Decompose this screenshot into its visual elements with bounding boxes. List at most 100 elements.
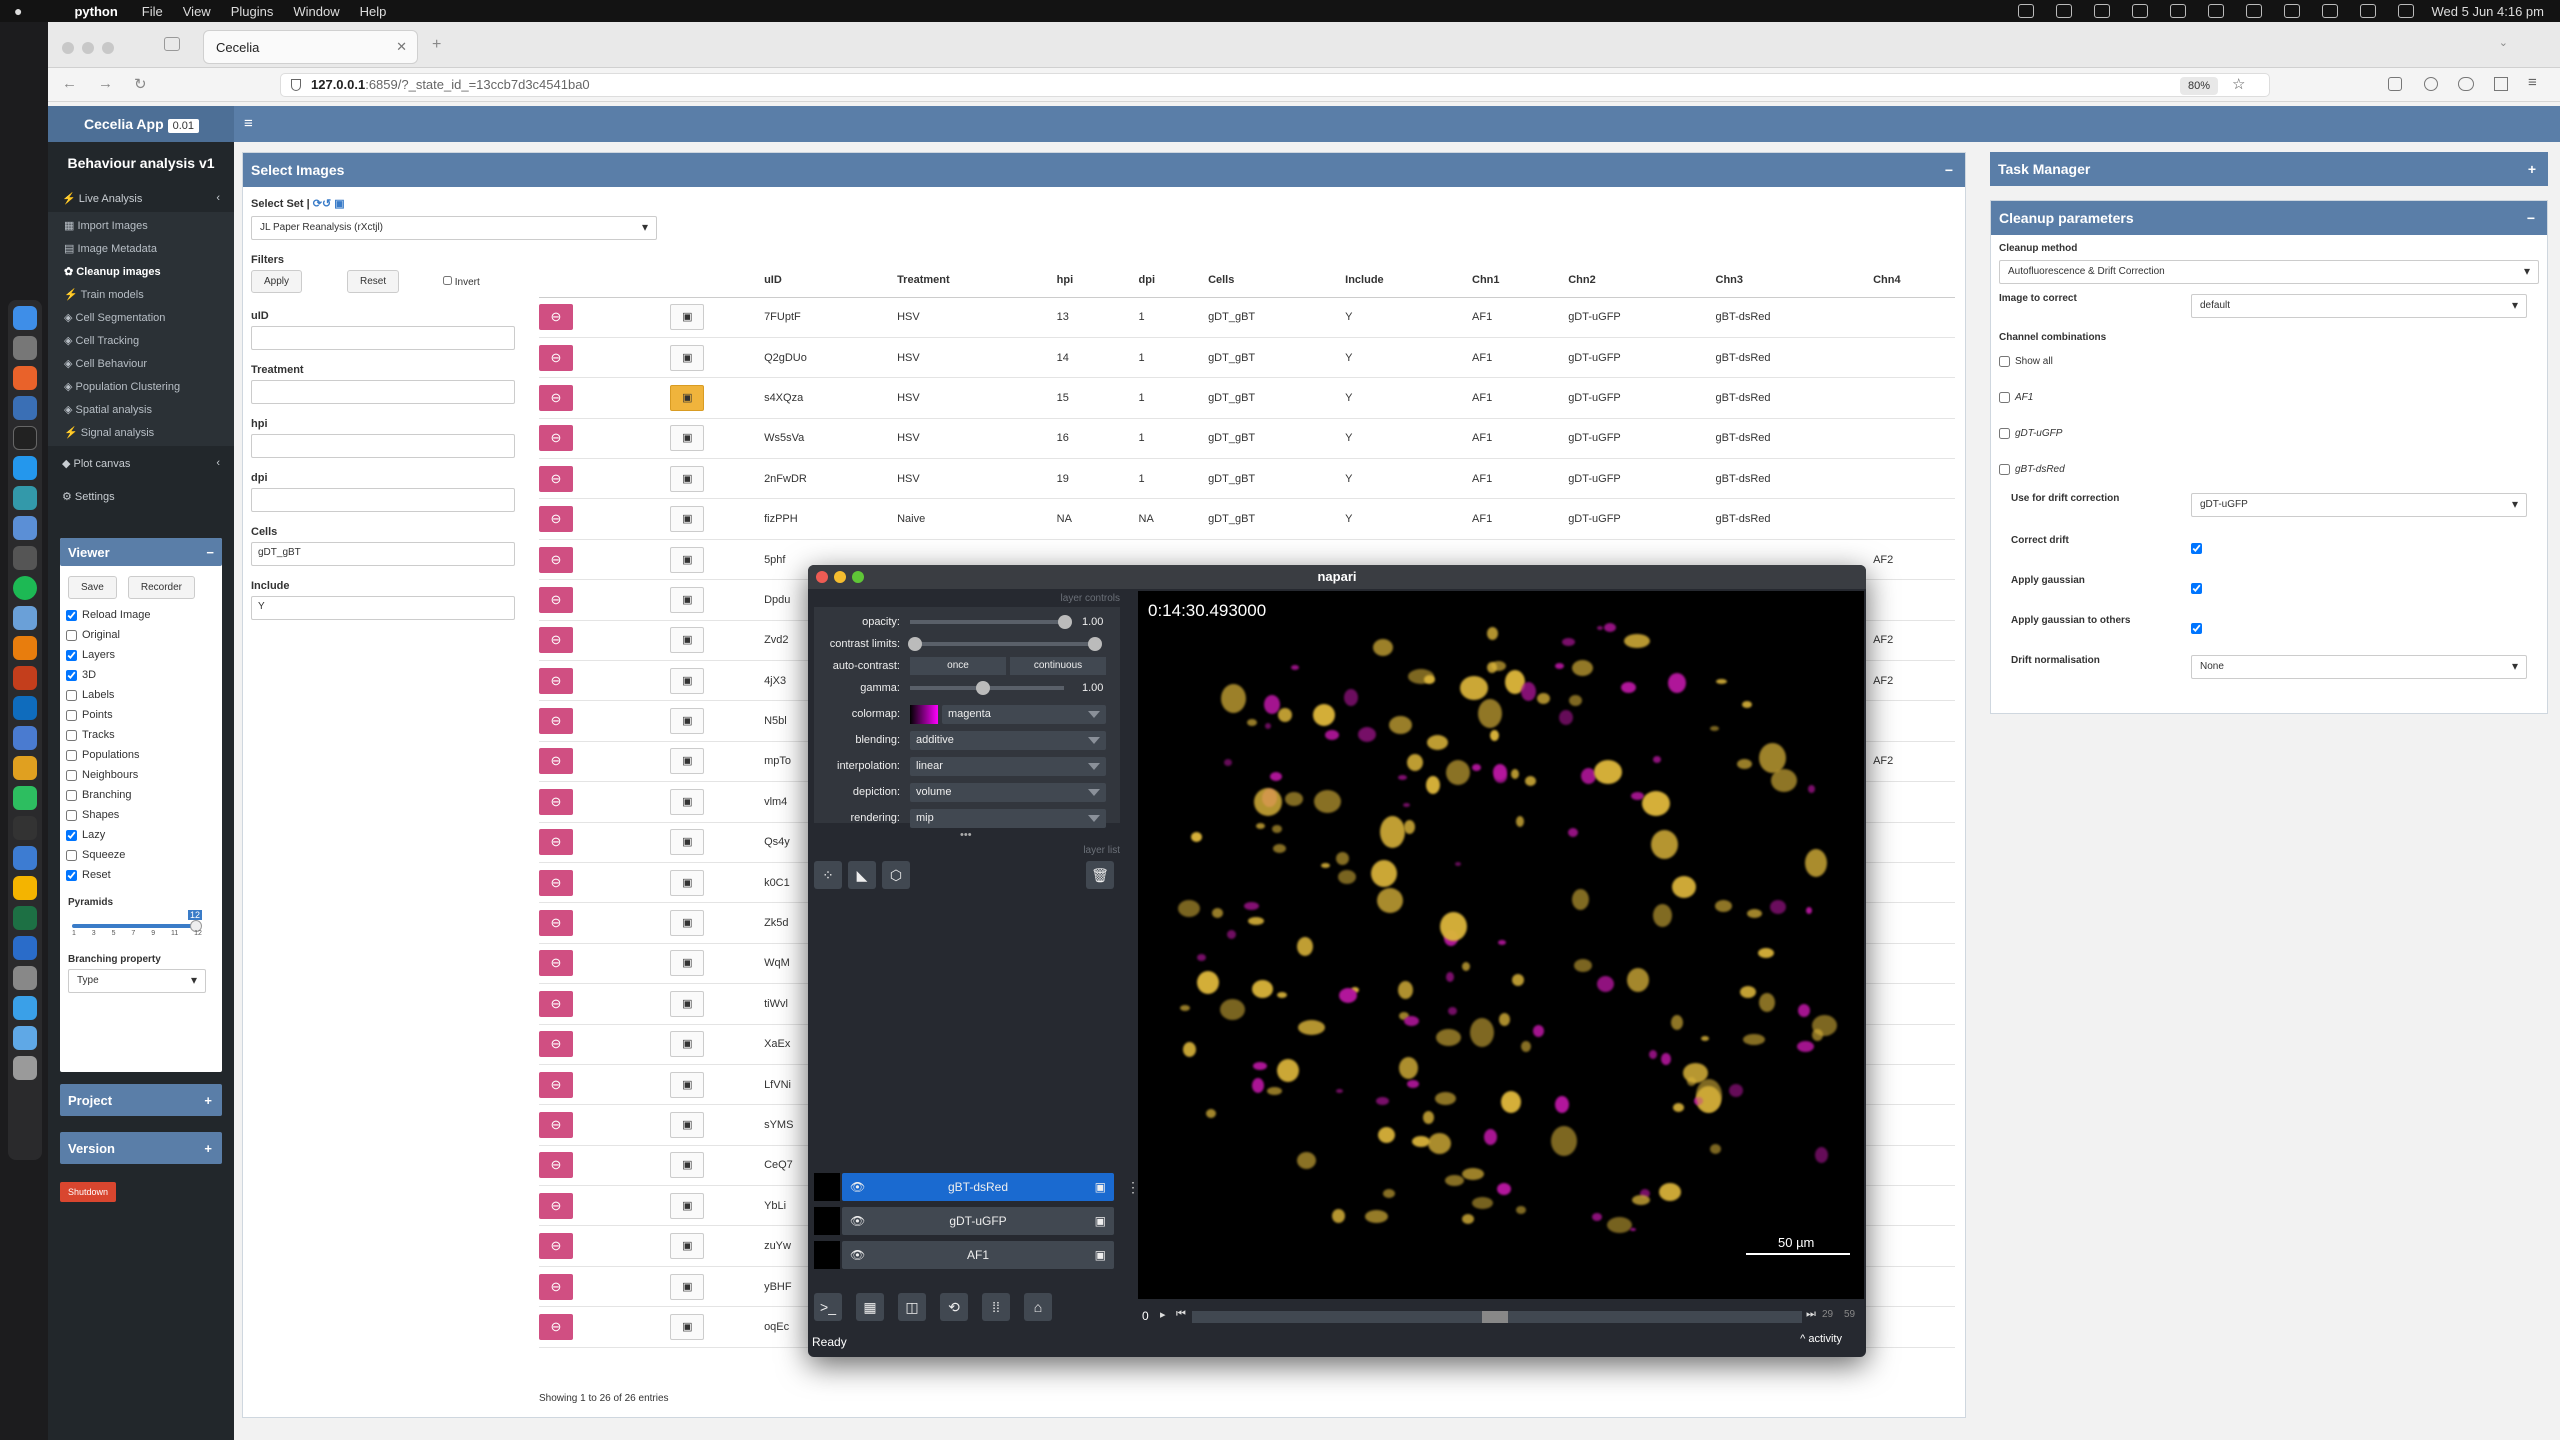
remove-row-icon[interactable]: ⊖ — [539, 748, 573, 775]
roll-dims-button[interactable]: ◫ — [898, 1293, 926, 1321]
dock-spotify-icon[interactable] — [13, 576, 37, 600]
correct-drift-checkbox[interactable] — [2191, 543, 2202, 554]
blending-select[interactable]: additive — [910, 731, 1106, 750]
expand-icon[interactable]: + — [204, 1141, 212, 1156]
time-slider-handle[interactable] — [1482, 1311, 1508, 1323]
remove-row-icon[interactable]: ⊖ — [539, 1192, 573, 1219]
step-back-button[interactable]: ⏮ — [1176, 1308, 1186, 1321]
remove-row-icon[interactable]: ⊖ — [539, 1112, 573, 1138]
visibility-eye-icon[interactable]: 👁 — [850, 1173, 865, 1201]
contrast-min-handle[interactable] — [908, 637, 922, 651]
url-field[interactable]: 127.0.0.1:6859/?_state_id_=13ccb7d3c4541… — [280, 73, 2270, 97]
channel-combo-gdt-ugfp[interactable]: gDT-uGFP — [1999, 415, 2539, 451]
col-header-uid[interactable]: uID — [764, 263, 898, 298]
view-image-icon[interactable]: ▣ — [670, 1071, 705, 1098]
apple-icon[interactable]: ● — [14, 3, 22, 19]
shield-icon[interactable] — [291, 79, 301, 91]
table-row[interactable]: ⊖ ▣ Ws5sVa HSV 16 1 gDT_gBT Y AF1 gDT-uGFP gBT-dsR… — [539, 418, 1955, 460]
dock-terminal2-icon[interactable] — [13, 816, 37, 840]
layer-item-af1[interactable]: 👁 AF1 ▣ — [814, 1241, 1120, 1269]
collapse-icon[interactable]: − — [1945, 162, 1953, 178]
time-slider[interactable] — [1192, 1311, 1802, 1323]
remove-row-icon[interactable]: ⊖ — [539, 869, 573, 896]
play-button[interactable]: ▸ — [1160, 1308, 1166, 1321]
sidebar-item-cleanup-images[interactable]: ✿ Cleanup images — [48, 260, 234, 283]
filter-input-include[interactable]: Y — [251, 596, 515, 620]
pocket-icon[interactable] — [2388, 77, 2402, 91]
reload-icon[interactable]: ↻ — [134, 75, 147, 93]
forward-icon[interactable]: → — [98, 75, 113, 92]
auto-contrast-continuous-button[interactable]: continuous — [1010, 657, 1106, 675]
menu-help[interactable]: Help — [360, 4, 387, 19]
expand-icon[interactable]: + — [204, 1093, 212, 1108]
view-image-icon[interactable]: ▣ — [670, 586, 705, 613]
tab-list-chevron-icon[interactable]: ⌄ — [2499, 36, 2508, 49]
tab-close-icon[interactable]: ✕ — [396, 39, 407, 55]
dock-evernote-icon[interactable] — [13, 786, 37, 810]
shutdown-button[interactable]: Shutdown — [60, 1182, 117, 1202]
task-manager-header[interactable]: Task Manager + — [1990, 152, 2548, 186]
sidebar-item-cell-behaviour[interactable]: ◈ Cell Behaviour — [48, 352, 234, 375]
remove-row-icon[interactable]: ⊖ — [539, 1313, 573, 1340]
tray-cloud-icon[interactable] — [2055, 4, 2072, 18]
layer-body[interactable]: 👁 gBT-dsRed ▣ — [842, 1173, 1114, 1201]
dock-inkscape-icon[interactable] — [13, 546, 37, 570]
visibility-eye-icon[interactable]: 👁 — [850, 1241, 865, 1269]
select-set-dropdown[interactable]: JL Paper Reanalysis (rXctjl) — [251, 216, 657, 240]
channel-combo-checkbox[interactable] — [1999, 463, 2010, 475]
image-to-correct-select[interactable]: default — [2191, 294, 2527, 318]
remove-row-icon[interactable]: ⊖ — [539, 1071, 573, 1098]
col-header-chn2[interactable]: Chn2 — [1568, 263, 1716, 298]
menu-file[interactable]: File — [142, 4, 163, 19]
window-close-button[interactable] — [62, 42, 74, 54]
remove-row-icon[interactable]: ⊖ — [539, 788, 573, 815]
control-center-icon[interactable] — [2359, 4, 2376, 18]
tray-app-icon[interactable] — [2017, 4, 2034, 18]
viewer-option-3d[interactable]: 3D — [60, 665, 222, 685]
dock-app-icon[interactable] — [13, 396, 37, 420]
view-image-icon[interactable]: ▣ — [670, 1313, 705, 1340]
table-row[interactable]: ⊖ ▣ s4XQza HSV 15 1 gDT_gBT Y AF1 gDT-uGFP gBT-dsR… — [539, 377, 1955, 419]
view-image-icon[interactable]: ▣ — [670, 506, 705, 533]
colormap-select[interactable]: magenta — [942, 705, 1106, 724]
table-row[interactable]: ⊖ ▣ 7FUptF HSV 13 1 gDT_gBT Y AF1 gDT-uGFP gBT-dsR… — [539, 297, 1955, 338]
viewer-option-squeeze[interactable]: Squeeze — [60, 845, 222, 865]
col-header-cells[interactable]: Cells — [1208, 263, 1346, 298]
sidebar-item-live-analysis[interactable]: ⚡ Live Analysis ‹ — [48, 185, 234, 212]
dock-app5-icon[interactable] — [13, 846, 37, 870]
dock-app6-icon[interactable] — [13, 936, 37, 960]
sidebar-item-settings[interactable]: ⚙ Settings — [48, 483, 234, 510]
dock-fiji-icon[interactable] — [13, 606, 37, 630]
viewer-option-checkbox[interactable] — [66, 869, 77, 881]
apply-button[interactable]: Apply — [251, 270, 303, 293]
sidebar-item-train-models[interactable]: ⚡ Train models — [48, 283, 234, 306]
view-image-icon[interactable]: ▣ — [670, 344, 705, 371]
file-icon[interactable]: ▣ — [334, 198, 344, 210]
view-image-icon[interactable]: ▣ — [670, 1031, 705, 1058]
branching-property-select[interactable]: Type — [68, 969, 206, 993]
menubar-clock[interactable]: Wed 5 Jun 4:16 pm — [2432, 4, 2545, 19]
contrast-limits-slider[interactable] — [908, 637, 1102, 651]
drift-normalisation-select[interactable]: None — [2191, 655, 2527, 679]
dock-app4-icon[interactable] — [13, 756, 37, 780]
sidebar-item-population-clustering[interactable]: ◈ Population Clustering — [48, 375, 234, 398]
table-row[interactable]: ⊖ ▣ fizPPH Naive NA NA gDT_gBT Y AF1 gDT-uGFP gBT-… — [539, 498, 1955, 540]
tray-eye-icon[interactable] — [2207, 4, 2224, 18]
new-shapes-layer-button[interactable]: ◣ — [848, 861, 876, 889]
channel-combo-checkbox[interactable] — [1999, 427, 2010, 439]
dock-app7-icon[interactable] — [13, 966, 37, 990]
sidebar-item-cell-tracking[interactable]: ◈ Cell Tracking — [48, 329, 234, 352]
col-header-treatment[interactable]: Treatment — [897, 263, 1057, 298]
napari-zoom-button[interactable] — [852, 571, 864, 583]
channel-combo-gbt-dsred[interactable]: gBT-dsRed — [1999, 451, 2539, 487]
sidebar-item-signal-analysis[interactable]: ⚡ Signal analysis — [48, 421, 234, 444]
splitter-handle-icon[interactable]: ••• — [960, 829, 972, 841]
remove-row-icon[interactable]: ⊖ — [539, 384, 573, 411]
layer-name[interactable]: gBT-dsRed — [948, 1180, 1008, 1194]
view-image-icon[interactable]: ▣ — [670, 1273, 705, 1300]
viewer-option-populations[interactable]: Populations — [60, 745, 222, 765]
sidebar-item-spatial-analysis[interactable]: ◈ Spatial analysis — [48, 398, 234, 421]
view-image-icon[interactable]: ▣ — [670, 829, 705, 856]
pyramids-slider[interactable]: 12 1 3 5 7 9 11 12 — [68, 910, 214, 940]
dock-trash-icon[interactable] — [13, 1056, 37, 1080]
